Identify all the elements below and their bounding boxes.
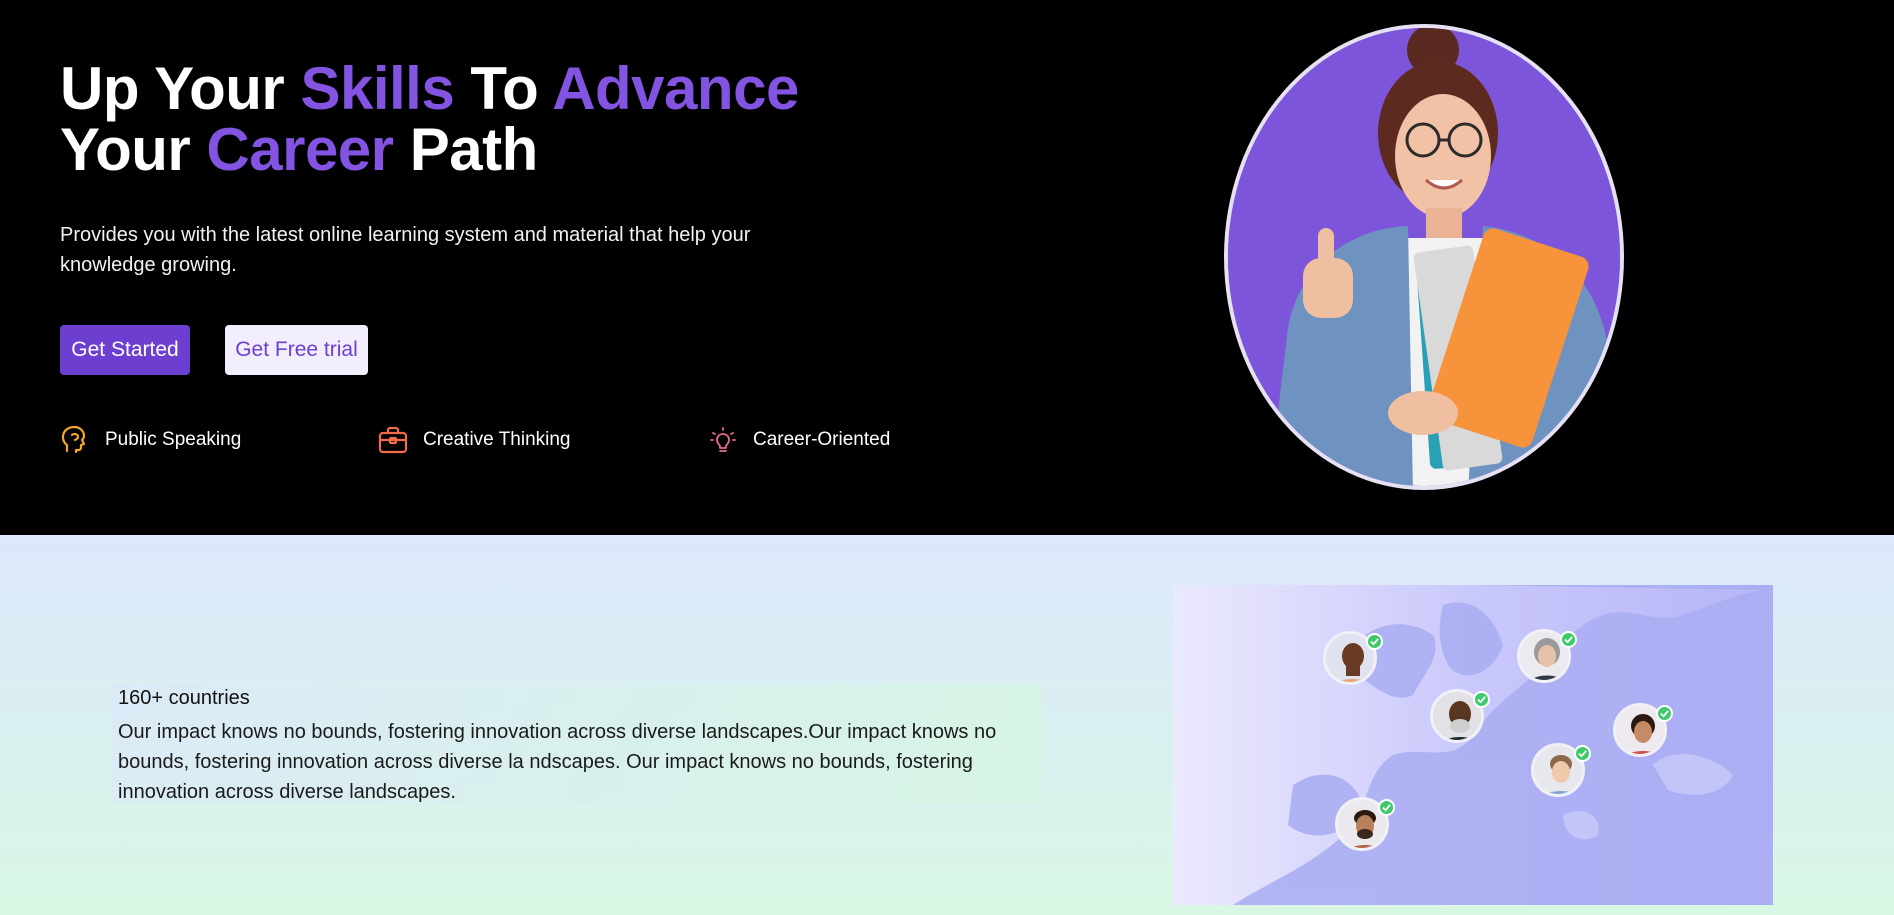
verified-check-icon: [1574, 745, 1591, 762]
title-highlight-career: Career: [206, 116, 394, 183]
feature-label: Creative Thinking: [423, 429, 571, 450]
feature-public-speaking: Public Speaking: [59, 423, 241, 457]
verified-check-icon: [1656, 705, 1673, 722]
title-highlight-advance: Advance: [552, 55, 799, 122]
member-avatar: [1335, 797, 1395, 855]
member-avatar: [1517, 629, 1577, 687]
get-started-button[interactable]: Get Started: [60, 325, 190, 375]
europe-map: [1173, 585, 1773, 905]
impact-title: 160+ countries: [118, 687, 250, 709]
verified-check-icon: [1366, 633, 1383, 650]
speaking-head-icon: [59, 424, 91, 456]
member-avatar: [1430, 689, 1490, 747]
hero-description: Provides you with the latest online lear…: [60, 224, 751, 276]
hero-section: Up Your Skills To Advance Your Career Pat…: [0, 0, 1894, 535]
title-part: Up Your: [60, 55, 301, 122]
verified-check-icon: [1560, 631, 1577, 648]
student-photo: [1224, 24, 1624, 490]
verified-check-icon: [1378, 799, 1395, 816]
title-highlight-skills: Skills: [300, 55, 455, 122]
title-part: Your: [60, 116, 207, 183]
hero-title: Up Your Skills To Advance Your Career Pat…: [60, 58, 860, 180]
impact-section: 160+ countries Our impact knows no bound…: [0, 535, 1894, 915]
impact-text: Our impact knows no bounds, fostering in…: [118, 721, 997, 803]
feature-career-oriented: Career-Oriented: [707, 423, 890, 457]
member-avatar: [1613, 703, 1673, 761]
title-part: To: [454, 55, 553, 122]
feature-label: Career-Oriented: [753, 429, 891, 450]
member-avatar: [1531, 743, 1591, 801]
title-part: Path: [393, 116, 539, 183]
feature-creative-thinking: Creative Thinking: [377, 423, 571, 457]
briefcase-icon: [377, 424, 409, 456]
free-trial-button[interactable]: Get Free trial: [225, 325, 368, 375]
member-avatar: [1323, 631, 1383, 689]
verified-check-icon: [1473, 691, 1490, 708]
feature-label: Public Speaking: [105, 429, 242, 450]
lightbulb-icon: [707, 424, 739, 456]
